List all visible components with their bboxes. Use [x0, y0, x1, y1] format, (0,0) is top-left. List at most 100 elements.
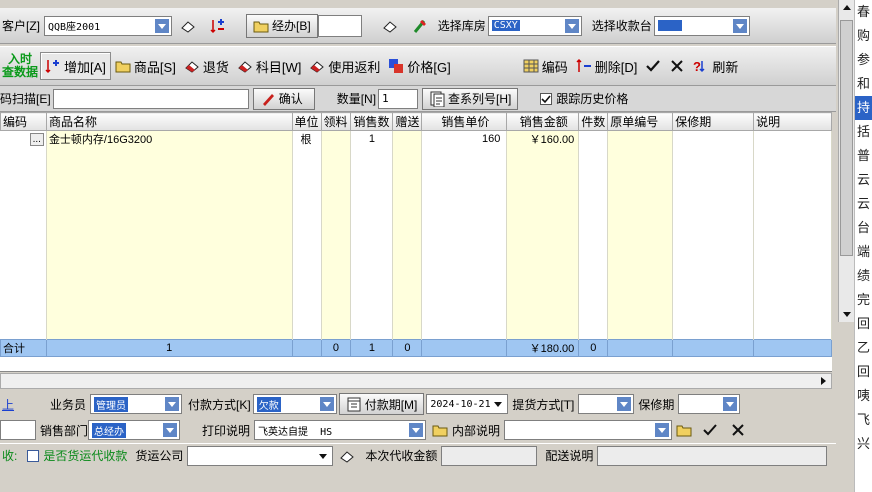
shipco-select[interactable]: [187, 445, 334, 466]
price-button[interactable]: 价格[G]: [384, 52, 454, 80]
cell-price[interactable]: 160: [421, 130, 508, 148]
eraser-icon[interactable]: [339, 448, 355, 464]
payterm-button[interactable]: 付款期[M]: [338, 393, 425, 415]
vertical-scrollbar[interactable]: [838, 0, 854, 322]
dropdown-icon[interactable]: [564, 18, 579, 33]
folder-icon: [115, 61, 131, 73]
freight-label: 是否货运代收款: [43, 449, 128, 463]
code-button[interactable]: 编码: [519, 52, 572, 80]
return-button[interactable]: 退货: [180, 52, 233, 80]
close-icon: [671, 60, 684, 72]
ellipsis-button[interactable]: ...: [29, 133, 44, 147]
folder-icon[interactable]: [676, 422, 692, 438]
dropdown-icon[interactable]: [732, 18, 747, 33]
checkbox-icon[interactable]: [540, 92, 553, 105]
cell-qty[interactable]: 1: [350, 130, 394, 148]
serial-search-button[interactable]: 查系列号[H]: [422, 87, 519, 110]
brush-icon[interactable]: [412, 18, 428, 34]
internal-select[interactable]: [504, 420, 673, 440]
col-header[interactable]: 件数: [578, 112, 609, 131]
delivery-field[interactable]: [597, 445, 828, 466]
subject-button[interactable]: 科目[W]: [233, 52, 306, 80]
scroll-up-icon[interactable]: [841, 2, 853, 14]
col-header[interactable]: 赠送: [392, 112, 423, 131]
cancel-button[interactable]: [665, 52, 689, 80]
paymethod-select[interactable]: 欠款: [252, 394, 337, 414]
close-icon[interactable]: [730, 422, 746, 438]
dropdown-icon[interactable]: [155, 18, 169, 33]
col-header[interactable]: 领料: [320, 112, 352, 131]
cell-pieces[interactable]: [578, 130, 609, 148]
dropdown-icon[interactable]: [163, 423, 178, 437]
check-icon[interactable]: [702, 422, 718, 438]
warranty-select[interactable]: [678, 394, 741, 414]
cell-unit[interactable]: 根: [292, 130, 322, 148]
left-field[interactable]: [0, 420, 36, 440]
scroll-right-icon[interactable]: [817, 375, 829, 387]
salesman-select[interactable]: 管理员: [90, 394, 183, 414]
cell-orig-no[interactable]: [607, 130, 674, 148]
left-link[interactable]: 上: [2, 396, 14, 413]
cell-code[interactable]: ...: [0, 130, 47, 148]
delivery-label: 配送说明: [545, 449, 594, 463]
col-header[interactable]: 商品名称: [45, 112, 293, 131]
col-header[interactable]: 单位: [291, 112, 322, 131]
scroll-thumb[interactable]: [840, 20, 853, 256]
checkbox-icon[interactable]: [27, 449, 40, 462]
confirm-button[interactable]: 确认: [252, 87, 315, 110]
dropdown-icon[interactable]: [723, 397, 738, 411]
internal-label: 内部说明: [452, 423, 501, 438]
col-header[interactable]: 销售金额: [506, 112, 580, 131]
delete-button[interactable]: 删除[D]: [572, 52, 642, 80]
cell-gift[interactable]: [392, 130, 423, 148]
cashier-select[interactable]: [653, 15, 750, 36]
col-header[interactable]: 原单编号: [607, 112, 674, 131]
scroll-down-icon[interactable]: [841, 308, 853, 320]
dropdown-icon[interactable]: [165, 397, 180, 411]
goods-button[interactable]: 商品[S]: [111, 52, 180, 80]
table-row[interactable]: ... 金士顿内存/16G3200 根 1 160 ￥160.00: [0, 130, 832, 148]
collect-field[interactable]: [441, 445, 538, 466]
col-header[interactable]: 保修期: [672, 112, 755, 131]
col-header[interactable]: 销售单价: [421, 112, 508, 131]
dropdown-icon[interactable]: [655, 423, 670, 437]
dropdown-icon[interactable]: [617, 397, 632, 411]
chevron-down-icon[interactable]: [491, 397, 505, 411]
eraser-icon[interactable]: [180, 18, 196, 34]
horizontal-scrollbar[interactable]: [0, 373, 832, 389]
scan-input[interactable]: [52, 88, 249, 109]
handler-field[interactable]: [317, 14, 362, 37]
col-header[interactable]: 销售数: [350, 112, 394, 131]
cell-warranty[interactable]: [672, 130, 755, 148]
freight-checkbox[interactable]: 是否货运代收款: [27, 447, 127, 464]
eraser-icon[interactable]: [382, 18, 398, 34]
confirm-label: 确认: [278, 92, 303, 106]
pickup-select[interactable]: [578, 394, 635, 414]
confirm-check-button[interactable]: [641, 52, 665, 80]
dropdown-icon[interactable]: [409, 423, 424, 437]
date-picker[interactable]: 2024-10-21: [426, 394, 509, 414]
add-customer-icon[interactable]: [210, 18, 226, 34]
history-price-checkbox[interactable]: 跟踪历史价格: [540, 90, 628, 107]
realtime-query-button[interactable]: 入时 查数据: [0, 48, 40, 84]
cell-name[interactable]: 金士顿内存/16G3200: [46, 130, 293, 148]
refresh-button[interactable]: ? 刷新: [689, 52, 742, 80]
handler-button[interactable]: 经办[B]: [246, 13, 318, 38]
dept-select[interactable]: 总经办: [88, 420, 181, 440]
add-button[interactable]: 增加[A]: [40, 52, 111, 80]
col-header[interactable]: 说明: [753, 112, 832, 131]
chevron-down-icon[interactable]: [316, 449, 330, 463]
rebate-button[interactable]: 使用返利: [305, 52, 384, 80]
goods-label: 商品[S]: [133, 59, 176, 75]
handler-label: 经办[B]: [272, 19, 311, 33]
calendar-icon: [347, 397, 361, 412]
col-header[interactable]: 编码: [0, 112, 47, 131]
folder-icon[interactable]: [432, 422, 448, 438]
print-select[interactable]: 飞英达自提 HS: [254, 420, 427, 440]
cell-note[interactable]: [753, 130, 832, 148]
warehouse-select[interactable]: CSXY: [487, 15, 582, 36]
cell-pick[interactable]: [321, 130, 352, 148]
dropdown-icon[interactable]: [319, 397, 334, 411]
qty-input[interactable]: 1: [378, 88, 419, 109]
customer-select[interactable]: QQB座2001: [44, 15, 172, 36]
